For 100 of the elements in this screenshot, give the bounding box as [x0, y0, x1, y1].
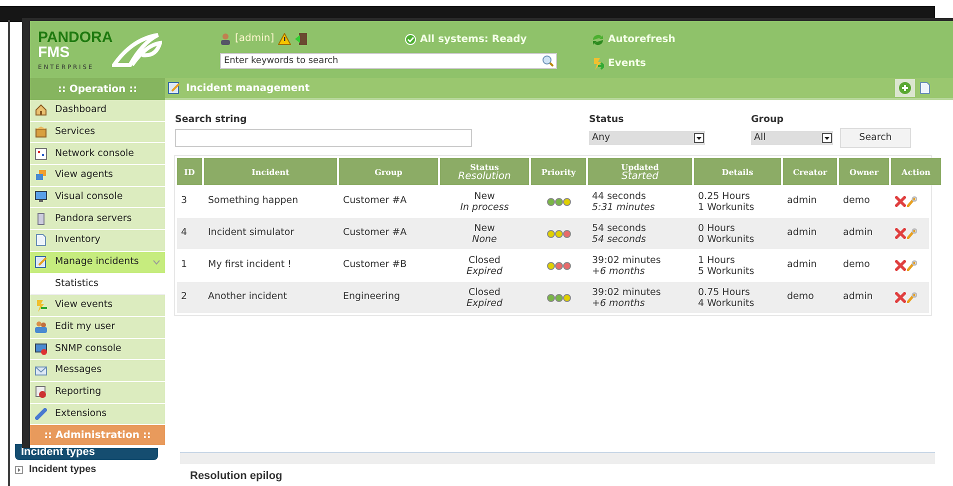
table-cell-text: 1 Hours: [698, 254, 736, 266]
users-icon: [35, 321, 47, 334]
table-cell-text: 0 Hours: [698, 222, 736, 234]
table-cell-text: +6 months: [592, 298, 646, 308]
table-cell-text: admin: [843, 290, 873, 304]
table-cell-text: admin: [843, 226, 873, 240]
table-cell-text: 5 Workunits: [698, 266, 756, 276]
table-cell: Expired: [466, 266, 503, 276]
table-cell-text: 0 Workunits: [698, 234, 756, 244]
section-header: :: Administration ::: [30, 425, 165, 446]
table-cell-text: 54 seconds: [592, 234, 647, 244]
delete-cross-icon[interactable]: [895, 292, 906, 303]
wrench-icon[interactable]: [907, 228, 917, 239]
menu-item[interactable]: Reporting: [30, 382, 165, 404]
group-dropdown[interactable]: All: [751, 131, 833, 145]
search-button[interactable]: Search: [840, 128, 911, 148]
house-icon: [35, 104, 47, 116]
table-cell: New: [474, 190, 495, 202]
menu-item[interactable]: Pandora servers: [30, 208, 165, 230]
page-title: Incident management: [186, 82, 310, 96]
document-icon: [35, 234, 47, 246]
section-header: :: Operation ::: [30, 78, 165, 100]
table-cell-text: admin: [787, 194, 817, 208]
lightning-arrow-icon: [35, 300, 47, 312]
menu-item[interactable]: Edit my user: [30, 316, 165, 339]
table-cell: Expired: [466, 298, 503, 308]
table-cell-text: 4 Workunits: [698, 298, 756, 308]
table-cell-text: demo: [843, 258, 870, 272]
table-cell: Closed: [468, 286, 500, 298]
field-label: Status: [589, 113, 624, 127]
document-icon: [920, 82, 930, 94]
wrench-icon[interactable]: [907, 292, 917, 303]
refresh-arrows-icon: [592, 34, 604, 46]
logo-product: FMS: [38, 45, 70, 60]
table-cell-text: Incident simulator: [208, 226, 294, 240]
search-field[interactable]: Enter keywords to search: [220, 53, 557, 69]
lightning-arrow-icon: [592, 58, 604, 70]
notepad-icon: [35, 256, 47, 268]
table-cell-text: 1 Workunits: [698, 202, 756, 212]
table-cell-text: 5:31 minutes: [592, 202, 656, 212]
expand-icon: [15, 466, 23, 474]
table-cell-text: 3: [181, 194, 188, 208]
menu-item[interactable]: Extensions: [30, 404, 165, 426]
menu-item[interactable]: View events: [30, 295, 165, 317]
table-cell-text: admin: [787, 226, 817, 240]
table-cell-text: demo: [843, 194, 870, 208]
table-cell-text: 39:02 minutes: [592, 286, 662, 298]
add-button[interactable]: [895, 79, 915, 97]
tree-item[interactable]: Incident types: [29, 462, 96, 477]
table-cell-text: Another incident: [208, 290, 287, 304]
table-cell-text: My first incident !: [208, 258, 292, 272]
wrench-icon[interactable]: [907, 196, 917, 207]
table-cell-text: 1: [181, 258, 188, 272]
table-cell-text: Customer #B: [343, 258, 407, 272]
table-cell-text: 44 seconds: [592, 190, 647, 202]
menu-item[interactable]: Inventory: [30, 230, 165, 252]
table-cell: New: [474, 222, 495, 234]
user-icon: [220, 32, 231, 44]
table-cell-text: Engineering: [343, 290, 400, 304]
table-cell: Closed: [468, 254, 500, 266]
table-cell-text: 0.25 Hours: [698, 190, 752, 202]
delete-cross-icon[interactable]: [895, 196, 906, 207]
server-icon: [35, 212, 47, 225]
field-label: Group: [751, 113, 784, 127]
logo-brand: PANDORA: [38, 30, 113, 45]
grid-icon: [35, 148, 47, 160]
search-field[interactable]: [175, 129, 472, 147]
delete-cross-icon[interactable]: [895, 260, 906, 271]
table-cell: In process: [460, 202, 509, 212]
status-dropdown[interactable]: Any: [589, 131, 705, 145]
screen-alert-icon: [35, 342, 47, 355]
wrench-icon[interactable]: [907, 260, 917, 271]
table-cell-text: +6 months: [592, 266, 646, 276]
menu-item[interactable]: View agents: [30, 165, 165, 187]
warning-icon: [278, 32, 292, 44]
table-cell-text: Customer #A: [343, 194, 407, 208]
table-cell-text: Something happen: [208, 194, 298, 208]
notepad-icon: [168, 82, 180, 94]
box-icon: [35, 126, 47, 138]
check-icon: [405, 34, 416, 45]
menu-item[interactable]: Dashboard: [30, 100, 165, 122]
swoosh-icon: [112, 31, 162, 67]
envelope-icon: [35, 364, 47, 377]
table-cell-text: 4: [181, 226, 188, 240]
menu-item[interactable]: Services: [30, 122, 165, 144]
cubes-icon: [35, 169, 47, 182]
system-status: All systems: Ready: [420, 33, 527, 47]
menu-item[interactable]: Manage incidents: [30, 252, 165, 274]
table-cell-text: 0.75 Hours: [698, 286, 752, 298]
menu-item[interactable]: Visual console: [30, 186, 165, 208]
menu-item[interactable]: Messages: [30, 360, 165, 382]
field-label: Resolution epilog: [190, 469, 282, 484]
table-cell-text: admin: [787, 258, 817, 272]
table-cell: None: [472, 234, 497, 244]
table-cell-text: 39:02 minutes: [592, 254, 662, 266]
menu-item[interactable]: SNMP console: [30, 338, 165, 360]
monitor-icon: [35, 191, 47, 204]
delete-cross-icon[interactable]: [895, 228, 906, 239]
table-cell-text: 2: [181, 290, 188, 304]
menu-item[interactable]: Network console: [30, 143, 165, 166]
